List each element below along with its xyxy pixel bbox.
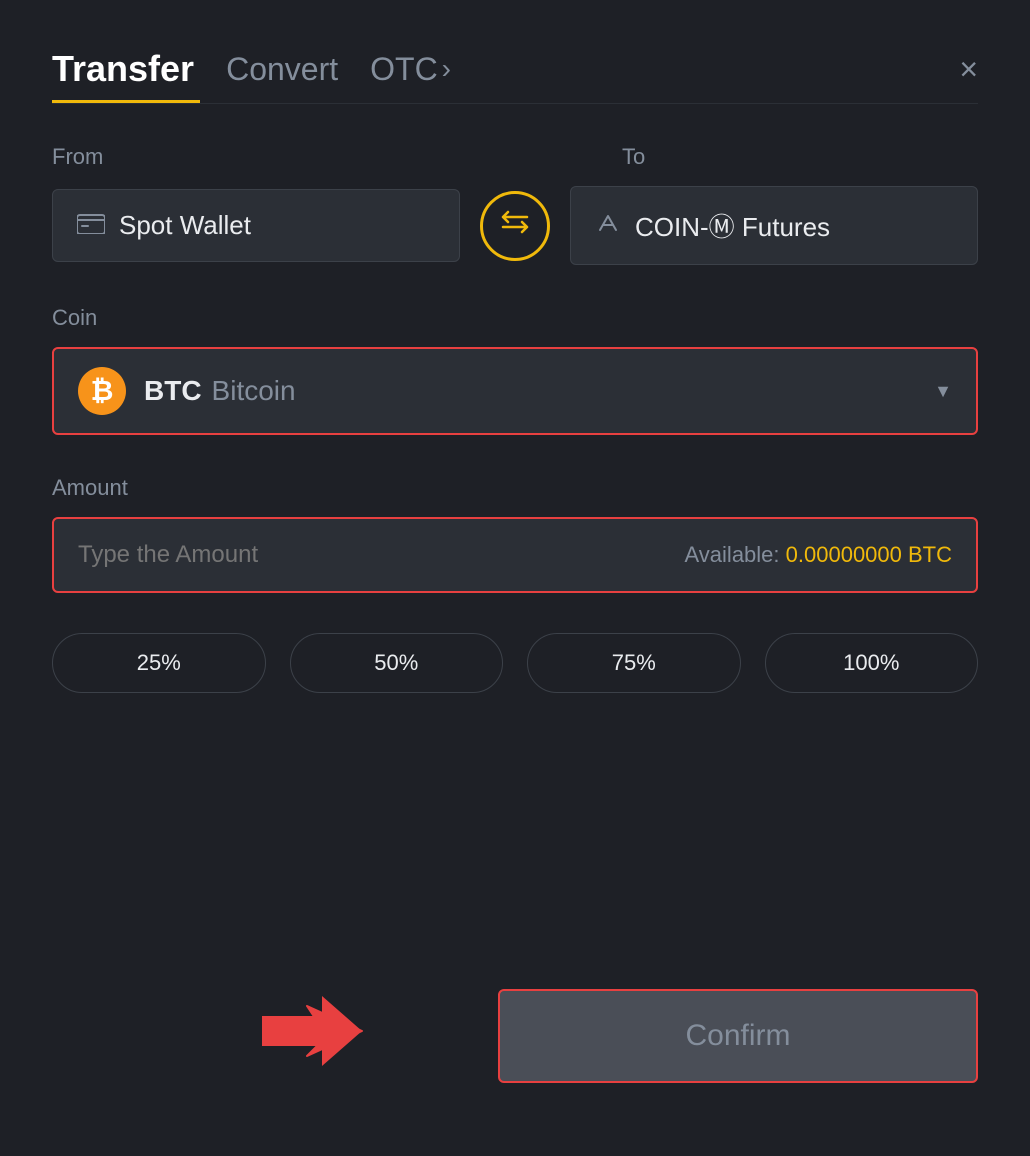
to-label: To: [622, 144, 645, 170]
transfer-modal: Transfer Convert OTC › × From To: [0, 0, 1030, 1156]
close-button[interactable]: ×: [959, 53, 978, 85]
coin-section: Coin ₿ BTC Bitcoin ▼: [52, 305, 978, 435]
btc-icon-wrapper: ₿: [78, 367, 126, 415]
swap-arrows-icon: [499, 208, 531, 243]
tab-otc[interactable]: OTC ›: [370, 51, 451, 88]
amount-input[interactable]: [78, 541, 378, 569]
bottom-area: Confirm: [52, 976, 978, 1096]
available-amount: 0.00000000 BTC: [786, 542, 952, 567]
from-to-row: Spot Wallet COIN: [52, 186, 978, 265]
percent-25-button[interactable]: 25%: [52, 633, 266, 693]
to-wallet-selector[interactable]: COIN-Ⓜ Futures: [570, 186, 978, 265]
available-text: Available: 0.00000000 BTC: [685, 542, 952, 568]
percent-50-button[interactable]: 50%: [290, 633, 504, 693]
chevron-down-icon: ▼: [934, 381, 952, 402]
wallet-card-icon: [77, 212, 105, 240]
percent-100-button[interactable]: 100%: [765, 633, 979, 693]
amount-input-container: Available: 0.00000000 BTC: [52, 517, 978, 593]
coin-full-name: Bitcoin: [212, 375, 296, 407]
swap-button[interactable]: [480, 191, 550, 261]
from-label: From: [52, 144, 512, 170]
coin-label: Coin: [52, 305, 978, 331]
amount-section: Amount Available: 0.00000000 BTC: [52, 475, 978, 593]
percent-75-button[interactable]: 75%: [527, 633, 741, 693]
from-to-labels: From To: [52, 144, 978, 170]
from-wallet-name: Spot Wallet: [119, 210, 251, 241]
swap-spacer: [512, 144, 622, 170]
percent-buttons-row: 25% 50% 75% 100%: [52, 633, 978, 693]
tab-convert[interactable]: Convert: [226, 51, 338, 88]
from-to-section: From To Spot Wallet: [52, 144, 978, 265]
futures-icon: [595, 210, 621, 242]
coin-symbol: BTC: [144, 375, 202, 407]
arrow-indicator: [252, 981, 372, 1086]
header-divider: [52, 103, 978, 104]
amount-label: Amount: [52, 475, 978, 501]
coin-dropdown[interactable]: ₿ BTC Bitcoin ▼: [52, 347, 978, 435]
btc-icon: ₿: [91, 375, 114, 407]
tab-transfer[interactable]: Transfer: [52, 48, 194, 90]
to-wallet-name: COIN-Ⓜ Futures: [635, 207, 830, 244]
header-tabs: Transfer Convert OTC › ×: [52, 48, 978, 90]
confirm-button[interactable]: Confirm: [498, 989, 978, 1083]
from-wallet-selector[interactable]: Spot Wallet: [52, 189, 460, 262]
